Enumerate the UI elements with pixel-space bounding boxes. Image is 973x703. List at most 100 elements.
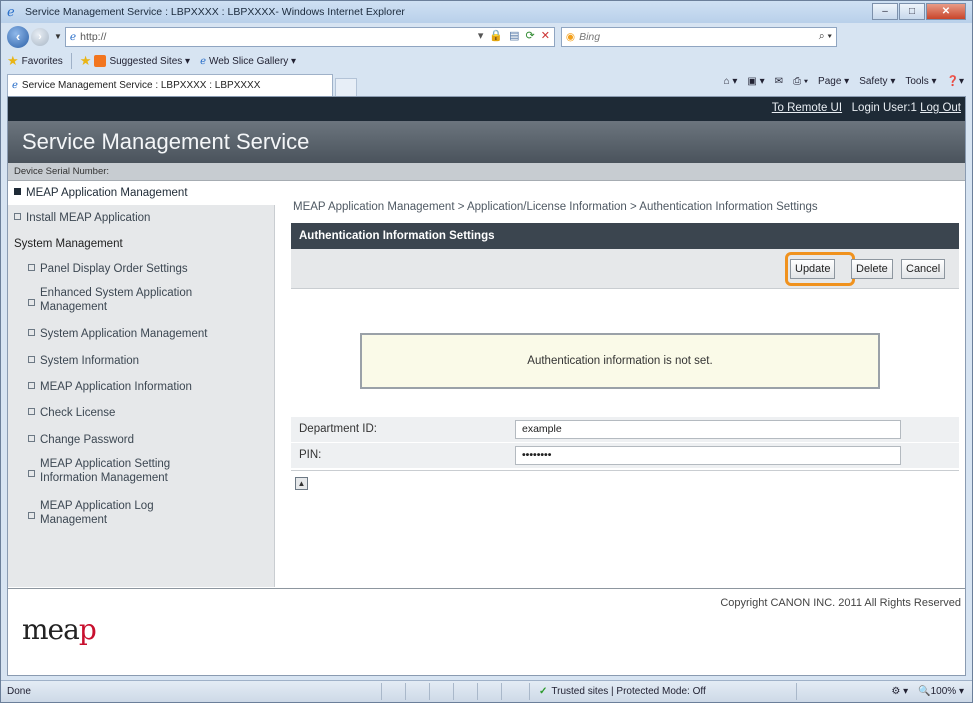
zoom-control[interactable]: 🔍100% ▾ (918, 686, 964, 697)
address-row: ‹ › ▼ ℯ http:// ▾ 🔒 ▤ ⟳ ✕ ◉ Bing ⌕ ▾ (1, 23, 972, 50)
delete-button[interactable]: Delete (851, 259, 893, 279)
log-out-link[interactable]: Log Out (920, 102, 961, 114)
suggested-sites-link[interactable]: Suggested Sites ▾ (94, 55, 190, 67)
suggested-sites-icon (94, 55, 107, 67)
feeds-icon[interactable]: ▣ ▾ (747, 76, 764, 87)
refresh-icon[interactable]: ⟳ (525, 29, 534, 42)
serial-number-bar: Device Serial Number: (8, 163, 965, 181)
command-bar: ⌂ ▾ ▣ ▾ ✉ ⎙ ▾ Page ▾ Safety ▾ Tools ▾ ❓▾ (724, 76, 964, 87)
sidebar-item-label-line2: Management (40, 514, 108, 526)
browser-window: ℯ Service Management Service : LBPXXXX :… (0, 0, 973, 703)
suggested-sites-label: Suggested Sites ▾ (109, 55, 191, 67)
safety-menu[interactable]: Safety ▾ (859, 76, 895, 87)
history-dropdown-icon[interactable]: ▼ (54, 32, 62, 41)
main-content: MEAP Application Management > Applicatio… (276, 181, 965, 587)
sidebar-item-system-information[interactable]: System Information (28, 354, 139, 368)
window-controls: – □ ✕ (871, 3, 966, 20)
favorites-button[interactable]: Favorites (22, 56, 63, 67)
update-button[interactable]: Update (790, 259, 836, 279)
help-icon[interactable]: ❓▾ (947, 76, 964, 87)
info-message: Authentication information is not set. (360, 333, 880, 389)
sidebar-item-check-license[interactable]: Check License (28, 406, 115, 420)
minimize-button[interactable]: – (872, 3, 898, 20)
page-header: To Remote UI Login User:1 Log Out Servic… (8, 97, 965, 163)
search-icon[interactable]: ⌕ ▾ (819, 30, 832, 43)
bullet-icon (28, 382, 35, 389)
new-tab-button[interactable] (335, 78, 357, 96)
close-button[interactable]: ✕ (926, 3, 966, 20)
add-favorite-icon[interactable]: ★ (80, 53, 92, 69)
dropdown-icon[interactable]: ▾ (478, 29, 484, 42)
home-icon[interactable]: ⌂ ▾ (724, 76, 738, 87)
sidebar-item-system-application-management[interactable]: System Application Management (28, 327, 207, 341)
sidebar-item-enhanced-system-application-management[interactable]: Enhanced System Application Management (28, 286, 192, 314)
sidebar-item-label: System Management (14, 238, 123, 250)
form-row-department: Department ID: example (291, 417, 959, 443)
sidebar-item-label: Check License (40, 407, 116, 419)
sidebar-item-label-line1: MEAP Application Log (40, 500, 154, 512)
stop-icon[interactable]: ✕ (541, 29, 550, 42)
bullet-icon (28, 329, 35, 336)
sidebar-item-meap-application-management[interactable]: MEAP Application Management (8, 181, 275, 205)
bing-icon: ◉ (565, 30, 576, 43)
breadcrumb: MEAP Application Management > Applicatio… (293, 201, 818, 213)
sidebar-item-label-line2: Management (40, 301, 108, 313)
pin-field[interactable]: •••••••• (515, 446, 901, 465)
page-icon: ℯ (69, 30, 77, 43)
status-bar: Done ✓ Trusted sites | Protected Mode: Of… (1, 680, 972, 702)
bullet-icon (28, 470, 35, 477)
zoom-icon: 🔍 (918, 686, 931, 697)
remote-ui-link[interactable]: To Remote UI (772, 102, 842, 114)
bullet-icon (28, 264, 35, 271)
department-id-label: Department ID: (299, 423, 377, 435)
status-divider (453, 683, 454, 700)
divider (291, 470, 959, 471)
back-icon[interactable]: ‹ (7, 25, 29, 48)
sidebar-item-meap-application-setting-information-management[interactable]: MEAP Application Setting Information Mana… (28, 457, 170, 485)
sidebar-item-meap-application-information[interactable]: MEAP Application Information (28, 380, 192, 394)
bullet-icon (28, 435, 35, 442)
sidebar-item-meap-application-log-management[interactable]: MEAP Application Log Management (28, 499, 154, 527)
tab-service-management[interactable]: ℯ Service Management Service : LBPXXXX :… (7, 74, 333, 96)
back-to-top-icon[interactable]: ▲ (295, 477, 308, 490)
sidebar-item-change-password[interactable]: Change Password (28, 433, 134, 447)
sidebar-heading-system-management: System Management (14, 237, 123, 251)
lock-icon[interactable]: 🔒 (489, 29, 503, 42)
maximize-button[interactable]: □ (899, 3, 925, 20)
security-zone-label: Trusted sites | Protected Mode: Off (551, 686, 706, 697)
bullet-icon (28, 299, 35, 306)
mail-icon[interactable]: ✉ (775, 76, 783, 87)
print-icon[interactable]: ⎙ ▾ (793, 76, 808, 87)
zone-settings-icon[interactable]: ⚙ ▾ (891, 686, 908, 697)
button-panel: Update Delete Cancel (291, 249, 959, 289)
address-bar[interactable]: ℯ http:// ▾ 🔒 ▤ ⟳ ✕ (64, 26, 555, 47)
search-placeholder: Bing (579, 30, 601, 43)
page-menu[interactable]: Page ▾ (818, 76, 849, 87)
divider (70, 53, 72, 69)
web-slice-label: Web Slice Gallery ▾ (208, 55, 297, 67)
form-row-pin: PIN: •••••••• (291, 443, 959, 469)
favorites-star-icon[interactable]: ★ (7, 53, 19, 69)
cancel-button[interactable]: Cancel (901, 259, 946, 279)
header-links: To Remote UI Login User:1 Log Out (772, 102, 961, 114)
logo-text-accent: p (78, 613, 97, 646)
status-divider (477, 683, 478, 700)
sidebar-item-install-meap-application[interactable]: Install MEAP Application (14, 211, 150, 225)
tools-menu[interactable]: Tools ▾ (905, 76, 936, 87)
zoom-level: 100% (930, 686, 957, 697)
web-slice-gallery-link[interactable]: ℯ Web Slice Gallery ▾ (200, 56, 296, 67)
search-box[interactable]: ◉ Bing ⌕ ▾ (560, 26, 837, 47)
department-id-field[interactable]: example (515, 420, 901, 439)
tab-ie-icon: ℯ (12, 80, 18, 91)
login-user-label: Login User:1 (851, 102, 917, 114)
status-divider (796, 683, 797, 700)
sidebar-item-label-line2: Information Management (40, 472, 168, 484)
sidebar-item-label: System Information (40, 355, 140, 367)
compat-view-icon[interactable]: ▤ (509, 29, 519, 42)
page-viewport: To Remote UI Login User:1 Log Out Servic… (7, 96, 966, 676)
security-zone[interactable]: ✓ Trusted sites | Protected Mode: Off (539, 686, 706, 697)
sidebar-item-panel-display-order-settings[interactable]: Panel Display Order Settings (28, 262, 188, 276)
forward-icon[interactable]: › (31, 27, 49, 46)
sidebar-item-label: Change Password (40, 434, 134, 446)
bullet-icon (28, 408, 35, 415)
